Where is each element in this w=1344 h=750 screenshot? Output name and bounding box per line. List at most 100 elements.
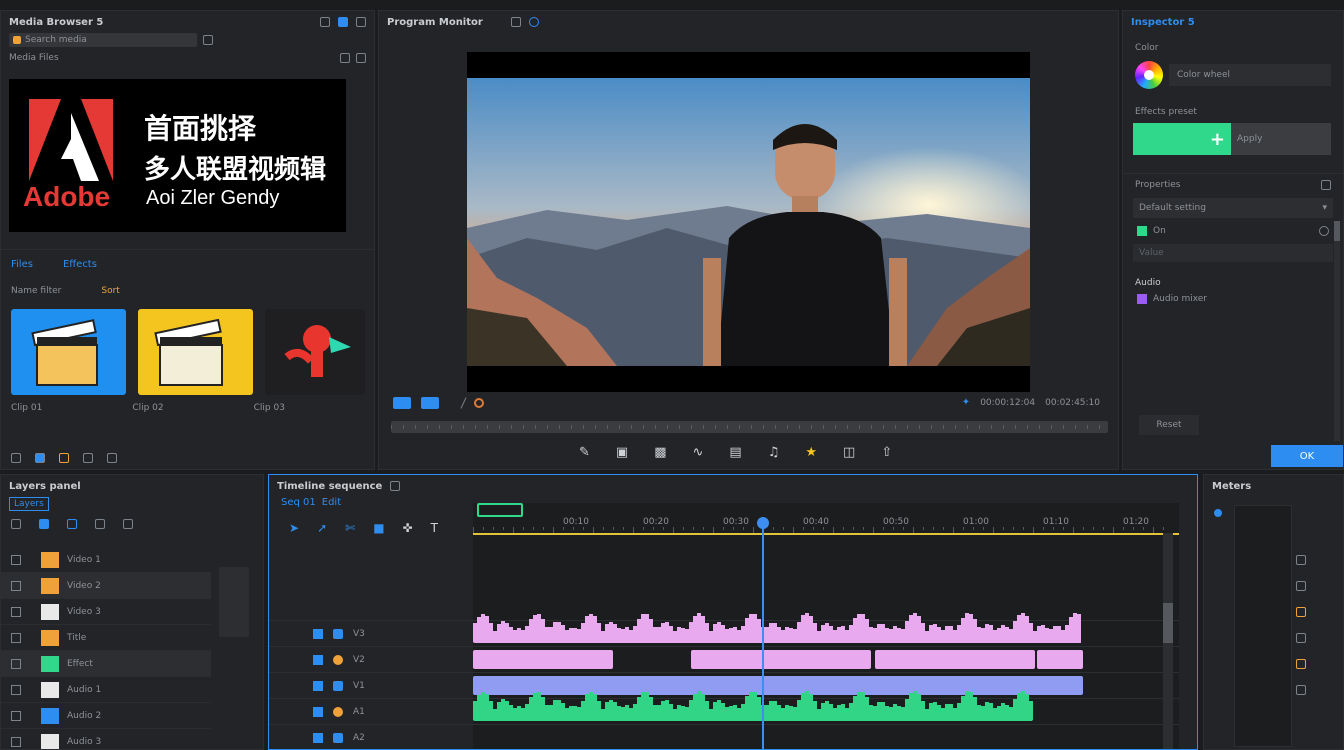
track-lock-icon[interactable]	[333, 680, 343, 691]
tab-files[interactable]: Files	[11, 259, 33, 270]
apply-add-button[interactable]: +	[1133, 123, 1231, 155]
layer-folder-icon[interactable]	[39, 519, 49, 529]
tab-effects[interactable]: Effects	[63, 259, 97, 270]
hand-tool-icon[interactable]: ✜	[403, 521, 413, 535]
clear-search-icon[interactable]	[203, 35, 213, 45]
seq-tab-2[interactable]: Edit	[322, 497, 341, 508]
new-bin-icon[interactable]	[11, 453, 21, 463]
film-icon[interactable]: ▩	[654, 445, 666, 460]
visibility-icon[interactable]	[11, 684, 21, 695]
crop-icon[interactable]: ▣	[616, 445, 628, 460]
color-wheel-icon[interactable]	[1135, 61, 1163, 89]
ripple-tool-icon[interactable]: ➚	[317, 521, 327, 535]
thumb-clip-3[interactable]	[265, 309, 365, 395]
layer-add-icon[interactable]	[11, 519, 21, 529]
search-input[interactable]: Search media	[9, 33, 197, 47]
track-toggle-icon[interactable]	[313, 732, 323, 743]
video-preview[interactable]	[467, 52, 1030, 392]
marker-icon[interactable]	[460, 397, 467, 409]
seq-tab-1[interactable]: Seq 01	[281, 497, 316, 508]
monitor-icon[interactable]: ◫	[843, 445, 855, 460]
link-toggle-icon[interactable]	[1319, 226, 1329, 236]
monitor-scrubber[interactable]	[391, 421, 1108, 433]
layer-row[interactable]: Audio 3	[1, 729, 211, 749]
layers-scrollbar[interactable]	[219, 567, 249, 637]
wrench-icon[interactable]: ✦	[962, 397, 970, 408]
highlight-icon[interactable]: ★	[805, 445, 817, 460]
meter-scroll-top[interactable]	[1214, 509, 1222, 517]
audio-icon[interactable]: ♫	[768, 445, 780, 460]
timeline-menu-icon[interactable]	[390, 481, 401, 491]
track-toggle-icon[interactable]	[313, 706, 323, 717]
visibility-icon[interactable]	[11, 736, 21, 747]
settings-icon[interactable]	[320, 17, 330, 27]
layer-row[interactable]: Video 2	[1, 573, 211, 599]
visibility-icon[interactable]	[11, 580, 21, 591]
layer-row[interactable]: Effect	[1, 651, 211, 677]
slip-tool-icon[interactable]: ■	[373, 521, 384, 535]
track-toggle-icon[interactable]	[313, 654, 323, 665]
layer-row[interactable]: Audio 1	[1, 677, 211, 703]
visibility-icon[interactable]	[11, 554, 21, 565]
in-out-range[interactable]	[477, 503, 523, 517]
timeline-ruler[interactable]: 00:10 00:20 00:30 00:40 00:50 01:00 01:10 01:20	[473, 517, 1179, 533]
track-toggle-icon[interactable]	[313, 628, 323, 639]
track-toggle-icon[interactable]	[313, 680, 323, 691]
track-lock-icon[interactable]	[333, 628, 343, 639]
sort-icon[interactable]	[59, 453, 69, 463]
text-tool-icon[interactable]: T	[431, 521, 438, 535]
timeline-area[interactable]: 00:10 00:20 00:30 00:40 00:50 01:00 01:10 01:20	[473, 503, 1179, 749]
pen-icon[interactable]: ✎	[579, 445, 590, 460]
layer-fx-icon[interactable]	[67, 519, 77, 529]
timeline-clip[interactable]	[1037, 650, 1083, 669]
playhead[interactable]	[757, 517, 769, 749]
color-field[interactable]: Color wheel	[1169, 64, 1331, 86]
thumb-clip-1[interactable]	[11, 309, 126, 395]
timeline-scrollbar[interactable]	[1163, 533, 1173, 749]
layer-lock-icon[interactable]	[123, 519, 133, 529]
layer-row[interactable]: Video 1	[1, 547, 211, 573]
track-header[interactable]: V2	[269, 646, 473, 672]
layer-row[interactable]: Title	[1, 625, 211, 651]
zoom-icon[interactable]	[107, 453, 117, 463]
track-header[interactable]: V1	[269, 672, 473, 698]
track-header[interactable]: V3	[269, 620, 473, 646]
audio-item-row[interactable]: Audio mixer	[1123, 294, 1343, 304]
inspector-scrollbar[interactable]	[1334, 221, 1340, 441]
visibility-icon[interactable]	[11, 658, 21, 669]
visibility-icon[interactable]	[11, 606, 21, 617]
enable-checkbox[interactable]	[1137, 226, 1147, 236]
reset-button[interactable]: Reset	[1139, 415, 1199, 435]
wave-icon[interactable]: ∿	[693, 445, 704, 460]
track-lock-icon[interactable]	[333, 706, 343, 717]
safe-margins-icon[interactable]	[393, 397, 411, 409]
import-icon[interactable]	[35, 453, 45, 463]
thumb-clip-2[interactable]	[138, 309, 253, 395]
find-icon[interactable]	[83, 453, 93, 463]
maximize-icon[interactable]	[338, 17, 348, 27]
track-header[interactable]: A1	[269, 698, 473, 724]
apply-label-button[interactable]: Apply	[1231, 123, 1331, 155]
export-icon[interactable]: ⇧	[881, 445, 892, 460]
layer-row[interactable]: Video 3	[1, 599, 211, 625]
timeline-clip[interactable]	[875, 650, 1035, 669]
layer-row[interactable]: Audio 2	[1, 703, 211, 729]
layers-tab[interactable]: Layers	[9, 497, 49, 511]
link-icon[interactable]	[510, 17, 521, 27]
razor-tool-icon[interactable]: ✄	[345, 521, 355, 535]
overlay-icon[interactable]	[421, 397, 439, 409]
value-input[interactable]: Value	[1133, 244, 1333, 262]
track-lock-icon[interactable]	[333, 732, 343, 743]
gear-icon[interactable]	[474, 398, 484, 408]
sync-icon[interactable]	[528, 17, 539, 27]
name-filter[interactable]: Name filter	[11, 286, 61, 296]
sort-filter[interactable]: Sort	[101, 286, 119, 296]
track-lock-icon[interactable]	[333, 654, 343, 665]
ok-button[interactable]: OK	[1271, 445, 1343, 467]
camera-icon[interactable]: ▤	[729, 445, 741, 460]
select-tool-icon[interactable]: ➤	[289, 521, 299, 535]
grid-view-icon[interactable]	[356, 53, 366, 63]
properties-menu-icon[interactable]	[1321, 180, 1331, 190]
visibility-icon[interactable]	[11, 632, 21, 643]
preset-dropdown[interactable]: Default setting ▾	[1133, 198, 1333, 218]
